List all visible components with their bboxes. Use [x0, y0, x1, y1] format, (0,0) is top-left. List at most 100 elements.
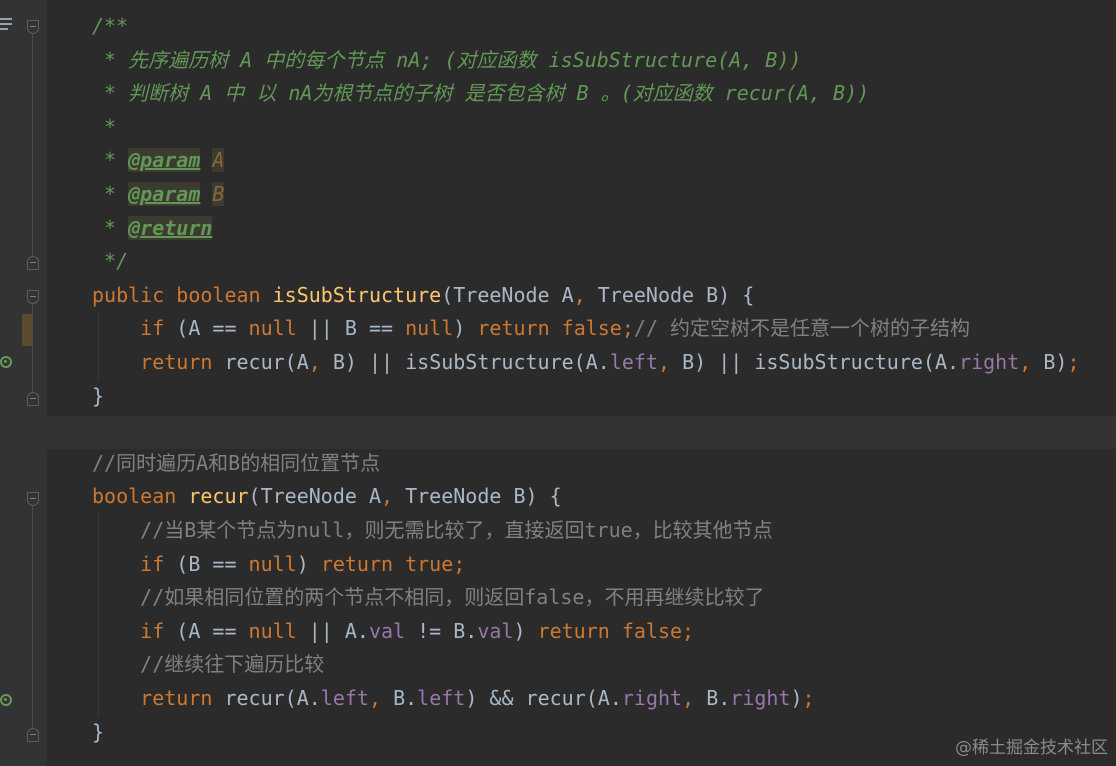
- token-cmt: //继续往下遍历比较: [140, 652, 325, 677]
- fold-guide: [32, 34, 33, 256]
- token-kw: return: [140, 350, 225, 374]
- token-plain: TreeNode B) {: [405, 484, 562, 509]
- token-doc: *: [92, 114, 117, 139]
- token-field: right: [621, 686, 683, 710]
- gutter-separator: [46, 0, 47, 766]
- token-kw: ,: [682, 686, 707, 710]
- fold-icon[interactable]: [27, 20, 39, 34]
- token-plain: B): [1043, 350, 1068, 374]
- token-doc: [200, 148, 212, 172]
- token-kw: if: [140, 618, 177, 643]
- code-text: * @param A: [92, 144, 225, 178]
- token-plain: ): [453, 316, 478, 341]
- token-kw: ,: [381, 484, 406, 509]
- token-doctag: @param: [128, 148, 201, 173]
- token-doctag: @return: [128, 215, 213, 240]
- code-text: if (A == null || A.val != B.val) return …: [92, 615, 694, 649]
- fold-icon[interactable]: [27, 256, 39, 270]
- token-plain: B.: [706, 686, 731, 710]
- token-cmt: //同时遍历A和B的相同位置节点: [92, 450, 381, 475]
- fold-icon[interactable]: [27, 290, 39, 304]
- fold-icon[interactable]: [27, 492, 39, 506]
- token-plain: B) || isSubStructure(A.: [332, 350, 610, 374]
- token-fn: isSubStructure: [272, 282, 442, 307]
- recursive-call-icon[interactable]: [0, 356, 12, 368]
- token-doc: * 先序遍历树 A 中的每个节点 nA; (对应函数 isSubStructur…: [92, 47, 802, 72]
- fold-guide: [32, 506, 33, 728]
- token-plain: }: [92, 719, 105, 744]
- token-kw: public boolean: [92, 282, 273, 307]
- code-text: if (A == null || B == null) return false…: [92, 312, 970, 346]
- token-plain: ): [296, 551, 321, 576]
- token-plain: || B ==: [296, 316, 406, 341]
- token-kw: null: [405, 316, 454, 341]
- code-text: * 先序遍历树 A 中的每个节点 nA; (对应函数 isSubStructur…: [92, 44, 801, 78]
- token-plain: || A.: [296, 618, 369, 643]
- code-text: return recur(A, B) || isSubStructure(A.l…: [92, 346, 1079, 380]
- structure-menu-icon[interactable]: [0, 18, 12, 33]
- code-text: * @param B: [92, 178, 225, 212]
- token-kw: if: [140, 316, 177, 341]
- indent-guide: [98, 514, 99, 716]
- token-doc: * 判断树 A 中 以 nA为根节点的子树 是否包含树 B 。(对应函数 rec…: [92, 81, 870, 106]
- code-text: boolean recur(TreeNode A, TreeNode B) {: [92, 480, 562, 514]
- editor-gutter[interactable]: [0, 0, 46, 766]
- token-kw: return true;: [320, 551, 466, 576]
- code-text: * @return: [92, 212, 213, 246]
- code-text: */: [92, 245, 128, 279]
- current-line-highlight: [0, 416, 1116, 449]
- code-text: //继续往下遍历比较: [92, 648, 324, 682]
- recursive-call-icon[interactable]: [0, 694, 12, 706]
- token-doc: [200, 182, 212, 206]
- token-field: left: [417, 686, 466, 710]
- code-text: }: [92, 380, 104, 414]
- token-kw: ,: [573, 282, 598, 307]
- token-plain: (B ==: [176, 551, 249, 576]
- token-kw: ,: [1019, 350, 1044, 374]
- token-cmt: // 约定空树不是任意一个树的子结构: [633, 316, 971, 341]
- token-kw: ;: [1067, 350, 1080, 374]
- token-plain: recur(A.: [224, 686, 321, 710]
- code-text: * 判断树 A 中 以 nA为根节点的子树 是否包含树 B 。(对应函数 rec…: [92, 77, 869, 111]
- token-kw: null: [248, 316, 297, 341]
- token-plain: (A ==: [176, 316, 249, 341]
- token-docparam: A: [212, 148, 225, 173]
- token-kw: if: [140, 551, 177, 576]
- code-text: if (B == null) return true;: [92, 548, 465, 582]
- code-editor[interactable]: /** * 先序遍历树 A 中的每个节点 nA; (对应函数 isSubStru…: [0, 0, 1116, 766]
- token-kw: ,: [657, 350, 683, 374]
- token-cmt: //如果相同位置的两个节点不相同，则返回false，不用再继续比较了: [140, 585, 765, 610]
- token-kw: return: [140, 686, 225, 710]
- token-doc: *: [92, 148, 129, 173]
- fold-icon[interactable]: [27, 728, 39, 742]
- token-plain: (TreeNode A: [248, 484, 381, 509]
- change-marker[interactable]: [22, 314, 32, 346]
- token-field: right: [959, 350, 1020, 374]
- token-kw: boolean: [92, 484, 189, 509]
- token-plain: recur(A: [224, 350, 309, 374]
- code-text: public boolean isSubStructure(TreeNode A…: [92, 279, 754, 313]
- code-text: //如果相同位置的两个节点不相同，则返回false，不用再继续比较了: [92, 581, 764, 615]
- code-text: }: [92, 716, 104, 750]
- code-text: //当B某个节点为null，则无需比较了，直接返回true，比较其他节点: [92, 514, 773, 548]
- token-cmt: //当B某个节点为null，则无需比较了，直接返回true，比较其他节点: [140, 518, 773, 542]
- token-kw: return false;: [537, 618, 695, 643]
- fold-guide: [32, 304, 33, 392]
- token-doc: /**: [92, 14, 129, 38]
- token-plain: B) || isSubStructure(A.: [682, 350, 960, 374]
- token-field: val: [368, 618, 406, 643]
- token-docparam: B: [212, 182, 225, 206]
- token-plain: (TreeNode A: [441, 282, 574, 307]
- token-doctag: @param: [128, 182, 201, 206]
- fold-icon[interactable]: [27, 392, 39, 406]
- indent-guide: [98, 312, 99, 380]
- token-field: left: [320, 686, 369, 710]
- token-kw: return false;: [477, 316, 634, 341]
- token-plain: ) && recur(A.: [465, 686, 622, 710]
- token-kw: null: [248, 618, 297, 643]
